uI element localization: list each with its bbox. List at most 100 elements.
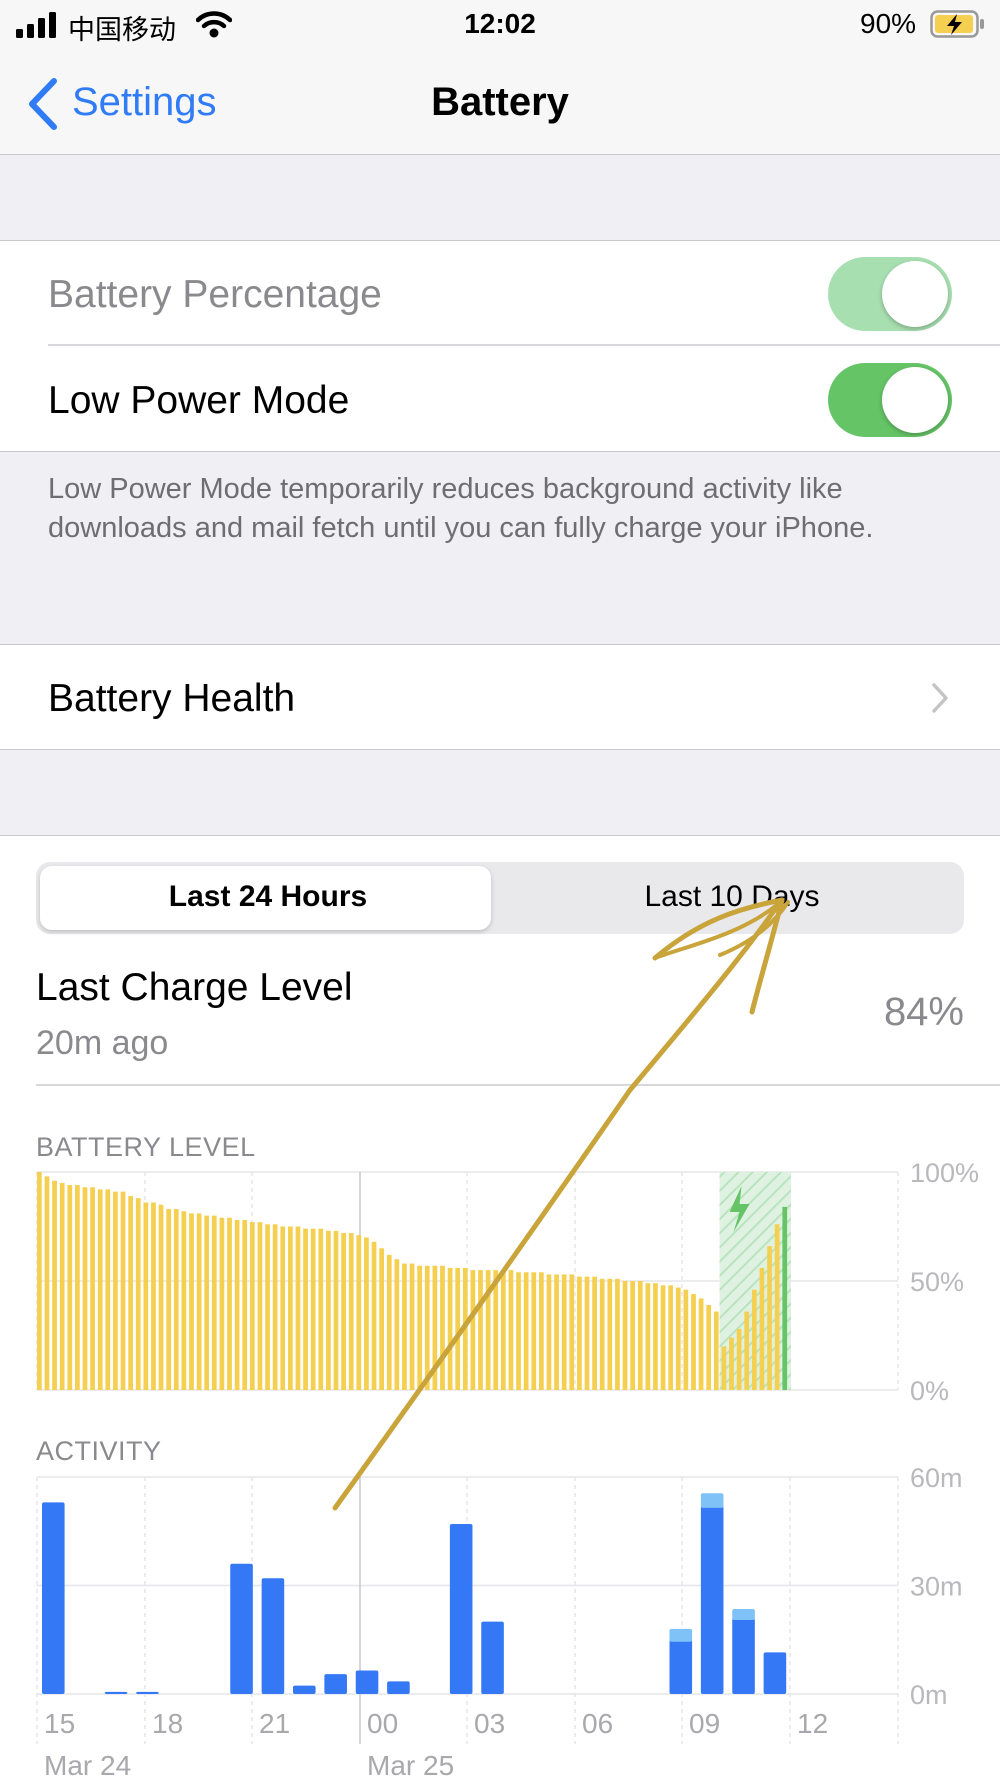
battery-bar: [394, 1259, 400, 1390]
battery-charging-bar: [729, 1337, 734, 1390]
activity-x-tick: 12: [797, 1708, 828, 1739]
battery-bar: [653, 1283, 658, 1390]
activity-bar-screen-off: [669, 1628, 693, 1642]
battery-bar: [181, 1211, 187, 1390]
battery-bar: [75, 1185, 80, 1390]
activity-x-tick: 09: [689, 1708, 720, 1739]
activity-bar: [387, 1681, 410, 1694]
battery-bar: [630, 1281, 635, 1390]
battery-bar: [234, 1219, 240, 1390]
battery-bar: [288, 1226, 293, 1390]
battery-bar: [227, 1217, 232, 1390]
battery-bar: [295, 1226, 301, 1390]
battery-bar: [660, 1285, 666, 1390]
activity-y-tick: 60m: [910, 1463, 963, 1493]
date-label: Mar 24: [44, 1750, 131, 1777]
battery-charging-bar: [767, 1246, 772, 1390]
battery-bar: [554, 1274, 559, 1390]
activity-bar: [763, 1652, 787, 1694]
battery-bar: [615, 1278, 620, 1390]
battery-charging-bar: [774, 1224, 780, 1390]
battery-bar: [462, 1267, 468, 1390]
battery-bar: [196, 1213, 202, 1390]
battery-bar: [90, 1187, 95, 1390]
battery-bar: [706, 1304, 712, 1390]
battery-y-tick: 0%: [910, 1376, 949, 1406]
activity-bar: [42, 1502, 65, 1694]
battery-charging-bar: [744, 1311, 750, 1390]
battery-bar: [371, 1241, 377, 1390]
battery-bar: [622, 1281, 628, 1390]
battery-bar: [417, 1265, 423, 1390]
battery-bar: [577, 1276, 582, 1390]
battery-bar: [698, 1298, 704, 1390]
battery-bar: [637, 1281, 643, 1390]
activity-bar: [481, 1621, 504, 1694]
battery-bar: [204, 1215, 210, 1390]
battery-bar: [189, 1213, 194, 1390]
activity-bar: [449, 1524, 473, 1694]
battery-bar: [348, 1233, 354, 1390]
battery-bar: [607, 1278, 613, 1390]
battery-bar: [645, 1283, 651, 1390]
battery-bar: [584, 1276, 590, 1390]
activity-x-tick: 21: [259, 1708, 290, 1739]
date-label: Mar 25: [367, 1750, 454, 1777]
battery-bar: [478, 1270, 483, 1390]
usage-charts: 100% 50% 0% 60m 30m 0m 15 18 21 00 03 06 09 12 Mar 24 M…: [36, 1158, 979, 1777]
activity-y-tick: 0m: [910, 1680, 948, 1710]
activity-bar: [230, 1563, 253, 1694]
battery-charging-bar: [736, 1328, 742, 1390]
battery-bar: [379, 1248, 384, 1390]
battery-charging-bar: [721, 1346, 727, 1390]
battery-bar: [318, 1228, 324, 1390]
battery-bar: [44, 1176, 50, 1390]
activity-bar: [261, 1578, 285, 1694]
battery-bar: [683, 1289, 689, 1390]
activity-x-tick: 06: [582, 1708, 613, 1739]
battery-bar: [493, 1270, 499, 1390]
battery-bar: [440, 1265, 445, 1390]
battery-bar: [166, 1209, 172, 1390]
battery-bar: [52, 1180, 57, 1390]
battery-bar: [531, 1272, 537, 1390]
battery-bar: [151, 1202, 156, 1390]
activity-y-tick: 30m: [910, 1572, 963, 1602]
battery-bar: [675, 1287, 681, 1390]
battery-bar: [272, 1224, 278, 1390]
battery-bar: [424, 1265, 430, 1390]
battery-bar: [592, 1276, 597, 1390]
battery-bar: [455, 1267, 461, 1390]
battery-bar: [280, 1226, 286, 1390]
battery-bar: [341, 1233, 346, 1390]
activity-bar-screen-off: [732, 1609, 755, 1621]
battery-bar: [257, 1222, 263, 1390]
battery-bar: [211, 1215, 217, 1390]
activity-x-tick: 15: [44, 1708, 75, 1739]
activity-bar: [669, 1639, 693, 1694]
activity-bar: [104, 1691, 128, 1694]
battery-bar: [82, 1187, 88, 1390]
battery-bar: [668, 1285, 674, 1390]
battery-bar: [409, 1263, 415, 1390]
battery-bar: [599, 1278, 605, 1390]
battery-bar: [113, 1191, 118, 1390]
battery-y-tick: 100%: [910, 1158, 979, 1188]
battery-bar: [37, 1172, 42, 1390]
battery-bar: [128, 1195, 133, 1390]
battery-bar: [242, 1219, 248, 1390]
activity-x-tick: 00: [367, 1708, 398, 1739]
battery-bar: [569, 1274, 575, 1390]
battery-bar: [500, 1270, 506, 1390]
battery-bar: [386, 1254, 392, 1390]
battery-bar: [173, 1209, 179, 1390]
battery-bar: [691, 1294, 696, 1390]
battery-bar: [105, 1189, 111, 1390]
battery-bar: [447, 1267, 453, 1390]
battery-bar: [508, 1270, 514, 1390]
activity-x-tick: 03: [474, 1708, 505, 1739]
battery-charging-bar: [782, 1206, 788, 1390]
battery-bar: [143, 1202, 149, 1390]
battery-bar: [364, 1237, 369, 1390]
battery-y-tick: 50%: [910, 1267, 964, 1297]
